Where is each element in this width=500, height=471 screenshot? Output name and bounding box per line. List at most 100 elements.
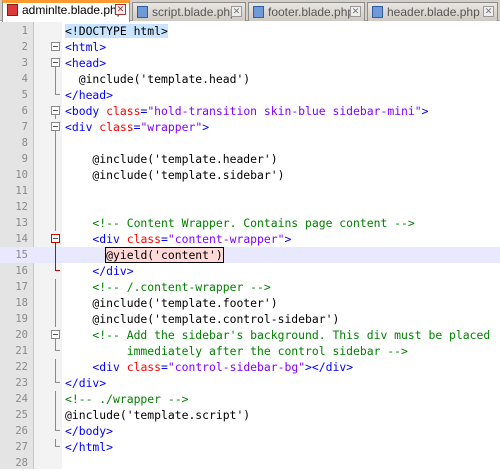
code-token: "control-sidebar-bg" [167, 360, 306, 374]
fold-line [51, 375, 60, 391]
tab-bar: adminlte.blade.php ✕ script.blade.php ✕ … [0, 0, 500, 22]
line-number: 26 [15, 425, 28, 437]
line-number: 10 [15, 169, 28, 181]
code-token: immediately after the control sidebar --… [65, 344, 408, 358]
code-token: = [161, 232, 168, 246]
code-line[interactable]: 18 @include('template.footer') [0, 295, 500, 311]
code-line[interactable]: 19 @include('template.control-sidebar') [0, 311, 500, 327]
code-line[interactable]: 17 <!-- /.content-wrapper --> [0, 279, 500, 295]
fold-line [51, 135, 60, 151]
fold-line [51, 423, 60, 439]
code-line[interactable]: 21 immediately after the control sidebar… [0, 343, 500, 359]
code-line[interactable]: 5 </head> [0, 87, 500, 103]
code-line[interactable]: 2 <html> [0, 39, 500, 55]
code-line[interactable]: 16 </div> [0, 263, 500, 279]
code-token: = [161, 360, 168, 374]
code-line[interactable]: 22 <div class="control-sidebar-bg"></div… [0, 359, 500, 375]
tab-header-blade[interactable]: header.blade.php ✕ [367, 2, 498, 21]
code-line[interactable]: 15 @yield('content') [0, 247, 500, 263]
code-line[interactable]: 4 @include('template.head') [0, 71, 500, 87]
line-number: 6 [21, 105, 28, 117]
code-text: <body class="hold-transition skin-blue s… [65, 103, 428, 119]
line-number: 12 [15, 201, 28, 213]
line-number: 1 [21, 25, 28, 37]
code-line[interactable]: 1 <!DOCTYPE html> [0, 23, 500, 39]
fold-toggle-icon[interactable] [51, 55, 60, 71]
code-line[interactable]: 23 </div> [0, 375, 500, 391]
code-token: @include('template.script') [65, 408, 251, 422]
line-number: 24 [15, 393, 28, 405]
line-number: 11 [15, 185, 28, 197]
fold-toggle-icon[interactable] [51, 103, 60, 119]
fold-line [51, 215, 60, 231]
file-icon [372, 6, 383, 18]
code-text: @include('template.footer') [65, 295, 277, 311]
fold-toggle-icon[interactable] [51, 39, 60, 55]
code-line[interactable]: 11 [0, 183, 500, 199]
code-token: </html> [65, 440, 114, 454]
line-number: 18 [15, 297, 28, 309]
code-token: <div [65, 120, 100, 134]
tab-label: footer.blade.php [268, 5, 355, 19]
close-icon[interactable]: ✕ [350, 6, 361, 17]
code-text: <div class="control-sidebar-bg"></div> [65, 359, 353, 375]
yield-directive-token: @yield('content') [105, 247, 224, 263]
code-text: <!-- Add the sidebar's background. This … [65, 327, 490, 343]
fold-toggle-icon[interactable] [51, 119, 60, 135]
line-number: 3 [21, 57, 28, 69]
close-icon[interactable]: ✕ [483, 6, 494, 17]
tab-adminlte-blade[interactable]: adminlte.blade.php ✕ [2, 0, 130, 22]
fold-line [51, 151, 60, 167]
code-line[interactable]: 27 </html> [0, 439, 500, 455]
code-line[interactable]: 14 <div class="content-wrapper"> [0, 231, 500, 247]
code-line[interactable]: 13 <!-- Content Wrapper. Contains page c… [0, 215, 500, 231]
close-icon[interactable]: ✕ [231, 6, 242, 17]
fold-line [51, 439, 60, 455]
fold-toggle-icon[interactable] [51, 327, 60, 343]
code-text: @yield('content') [65, 247, 224, 263]
code-editor[interactable]: 1 <!DOCTYPE html> 2 <html> 3 <head> 4 @include… [0, 22, 500, 469]
line-number: 16 [15, 265, 28, 277]
line-number: 2 [21, 41, 28, 53]
fold-line [51, 183, 60, 199]
code-text: @include('template.header') [65, 151, 277, 167]
fold-line [51, 311, 60, 327]
fold-line [51, 247, 60, 263]
file-icon [137, 6, 148, 18]
code-line[interactable]: 24 <!-- ./wrapper --> [0, 391, 500, 407]
line-number: 9 [21, 153, 28, 165]
line-number: 19 [15, 313, 28, 325]
code-line[interactable]: 3 <head> [0, 55, 500, 71]
line-number: 17 [15, 281, 28, 293]
code-line[interactable]: 12 [0, 199, 500, 215]
code-token: "wrapper" [140, 120, 203, 134]
close-icon[interactable]: ✕ [115, 4, 126, 15]
code-line[interactable]: 8 [0, 135, 500, 151]
file-icon [253, 6, 264, 18]
line-number: 8 [21, 137, 28, 149]
code-token: <!-- Content Wrapper. Contains page cont… [65, 216, 415, 230]
code-line[interactable]: 7 <div class="wrapper"> [0, 119, 500, 135]
fold-line [51, 359, 60, 375]
code-text: @include('template.control-sidebar') [65, 311, 339, 327]
line-number: 5 [21, 89, 28, 101]
line-number: 7 [21, 121, 28, 133]
code-token: class [106, 104, 141, 118]
code-line[interactable]: 20 <!-- Add the sidebar's background. Th… [0, 327, 500, 343]
tab-script-blade[interactable]: script.blade.php ✕ [132, 2, 246, 21]
code-line[interactable]: 10 @include('template.sidebar') [0, 167, 500, 183]
code-text: <!-- /.content-wrapper --> [65, 279, 270, 295]
code-line[interactable]: 26 </body> [0, 423, 500, 439]
fold-line [51, 263, 60, 279]
code-line[interactable]: 6 <body class="hold-transition skin-blue … [0, 103, 500, 119]
fold-toggle-icon[interactable] [51, 231, 60, 247]
code-line[interactable]: 25 @include('template.script') [0, 407, 500, 423]
code-token: class [126, 232, 162, 246]
code-token: </body> [65, 424, 114, 438]
tab-label: script.blade.php [152, 5, 237, 19]
code-token: @include('template.sidebar') [65, 168, 285, 182]
line-number: 4 [21, 73, 28, 85]
tab-footer-blade[interactable]: footer.blade.php ✕ [248, 2, 365, 21]
code-line[interactable]: 9 @include('template.header') [0, 151, 500, 167]
fold-line [51, 295, 60, 311]
